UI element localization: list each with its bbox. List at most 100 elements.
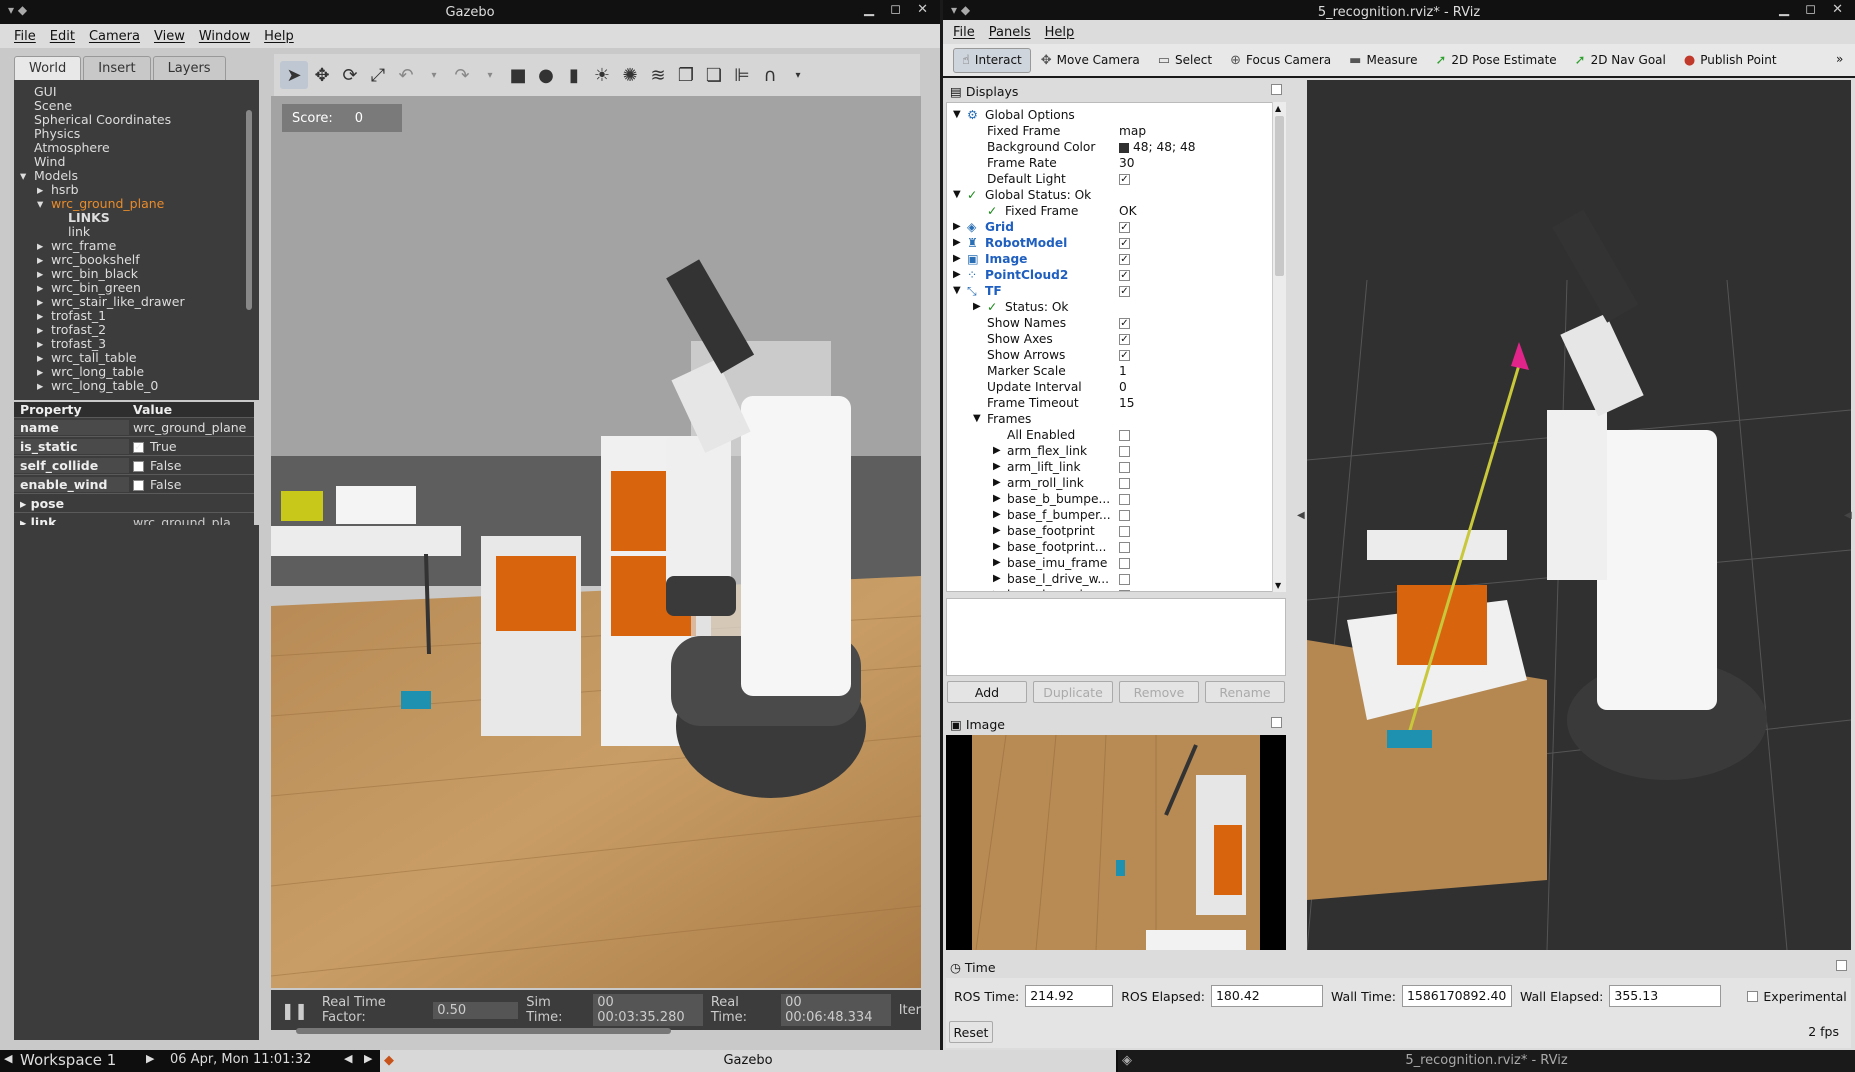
display-value[interactable] — [1119, 491, 1130, 507]
display-row[interactable]: ▶ ✓ Status: Ok — [947, 299, 1285, 315]
collapsed-arrow-icon[interactable]: ▶ — [953, 235, 961, 251]
ros-elapsed-field[interactable]: 180.42 — [1210, 985, 1323, 1007]
expanded-arrow-icon[interactable]: ▾ — [37, 197, 51, 211]
display-row[interactable]: ▶ arm_lift_link — [947, 459, 1285, 475]
rviz-menu-help[interactable]: Help — [1045, 25, 1075, 40]
collapsed-arrow-icon[interactable]: ▸ — [37, 323, 51, 337]
tool-select[interactable]: ▭ Select — [1150, 49, 1220, 72]
display-row[interactable]: Show Names ✓ — [947, 315, 1285, 331]
workspace-label[interactable]: Workspace 1 — [20, 1051, 116, 1069]
display-value[interactable] — [1119, 571, 1130, 587]
remove-button[interactable]: Remove — [1119, 681, 1199, 703]
duplicate-button[interactable]: Duplicate — [1033, 681, 1113, 703]
collapsed-arrow-icon[interactable]: ▸ — [37, 379, 51, 393]
snap-icon[interactable]: ∩ — [756, 61, 784, 89]
tree-item[interactable]: ▸ wrc_tall_table — [20, 351, 259, 365]
select-mode-icon[interactable]: ➤ — [280, 61, 308, 89]
gazebo-3d-viewport[interactable] — [271, 96, 921, 988]
undo-history-icon[interactable]: ▾ — [420, 61, 448, 89]
collapsed-arrow-icon[interactable]: ▶ — [993, 555, 1001, 571]
expanded-arrow-icon[interactable]: ▼ — [953, 187, 961, 203]
display-row[interactable]: ▶ base_f_bumper... — [947, 507, 1285, 523]
collapsed-arrow-icon[interactable]: ▸ — [37, 351, 51, 365]
rviz-window-menu-icon[interactable]: ▾ ◆ — [951, 3, 970, 17]
property-row[interactable]: self_collide False — [14, 456, 254, 475]
experimental-checkbox[interactable] — [1747, 990, 1759, 1002]
display-value[interactable] — [1119, 555, 1130, 571]
display-row[interactable]: Update Interval 0 — [947, 379, 1285, 395]
display-value[interactable]: ✓ — [1119, 267, 1130, 283]
sphere-icon[interactable]: ● — [532, 61, 560, 89]
tree-item[interactable]: ▸ wrc_bookshelf — [20, 253, 259, 267]
tree-item[interactable]: Spherical Coordinates — [20, 113, 259, 127]
display-row[interactable]: ▼ ⤡ TF ✓ — [947, 283, 1285, 299]
tree-item[interactable]: ▾ Models — [20, 169, 259, 183]
display-checkbox[interactable]: ✓ — [1119, 254, 1130, 265]
copy-icon[interactable]: ❐ — [672, 61, 700, 89]
display-row[interactable]: ▼ Frames — [947, 411, 1285, 427]
display-value[interactable]: ✓ — [1119, 171, 1130, 187]
collapsed-arrow-icon[interactable]: ▸ — [37, 365, 51, 379]
tree-item[interactable]: ▸ wrc_stair_like_drawer — [20, 295, 259, 309]
display-value[interactable]: 15 — [1119, 395, 1135, 411]
redo-history-icon[interactable]: ▾ — [476, 61, 504, 89]
display-checkbox[interactable]: ✓ — [1119, 270, 1130, 281]
display-value[interactable]: ✓ — [1119, 315, 1130, 331]
display-row[interactable]: Fixed Frame map — [947, 123, 1285, 139]
redo-icon[interactable]: ↷ — [448, 61, 476, 89]
toolbar-overflow-icon[interactable]: » — [1836, 52, 1843, 66]
display-row[interactable]: Frame Timeout 15 — [947, 395, 1285, 411]
window-prev-icon[interactable]: ◀ — [344, 1052, 352, 1065]
display-checkbox[interactable] — [1119, 542, 1130, 553]
display-value[interactable]: ✓ — [1119, 235, 1130, 251]
wall-time-field[interactable]: 1586170892.40 — [1401, 985, 1512, 1007]
tool-2d-pose-estimate[interactable]: ➚ 2D Pose Estimate — [1427, 49, 1564, 72]
display-value[interactable] — [1119, 587, 1130, 591]
display-row[interactable]: Background Color 48; 48; 48 — [947, 139, 1285, 155]
collapsed-arrow-icon[interactable]: ▸ — [37, 281, 51, 295]
collapsed-arrow-icon[interactable]: ▸ — [37, 295, 51, 309]
display-checkbox[interactable] — [1119, 526, 1130, 537]
menu-file[interactable]: File — [14, 29, 36, 44]
tree-item[interactable]: Physics — [20, 127, 259, 141]
tree-item[interactable]: ▸ wrc_long_table — [20, 365, 259, 379]
display-value[interactable] — [1119, 507, 1130, 523]
tree-item[interactable]: ▸ trofast_3 — [20, 337, 259, 351]
translate-icon[interactable]: ✥ — [308, 61, 336, 89]
display-row[interactable]: ▶ base_footprint... — [947, 539, 1285, 555]
align-icon[interactable]: ⊫ — [728, 61, 756, 89]
display-value[interactable]: OK — [1119, 203, 1137, 219]
display-row[interactable]: Marker Scale 1 — [947, 363, 1285, 379]
expanded-arrow-icon[interactable]: ▼ — [953, 107, 961, 123]
collapsed-arrow-icon[interactable]: ▶ — [993, 459, 1001, 475]
more-tools-icon[interactable]: ▾ — [784, 61, 812, 89]
display-row[interactable]: ▶ base_b_bumpe... — [947, 491, 1285, 507]
property-value[interactable]: False — [129, 477, 254, 492]
collapsed-arrow-icon[interactable]: ▸ — [37, 239, 51, 253]
display-value[interactable]: ✓ — [1119, 331, 1130, 347]
rviz-3d-view[interactable] — [1307, 80, 1851, 950]
scale-icon[interactable]: ⤢ — [364, 61, 392, 89]
tree-item[interactable]: ▸ wrc_frame — [20, 239, 259, 253]
display-checkbox[interactable]: ✓ — [1119, 318, 1130, 329]
time-undock-button[interactable] — [1836, 960, 1847, 971]
menu-view[interactable]: View — [154, 29, 185, 44]
display-row[interactable]: ▶ ◈ Grid ✓ — [947, 219, 1285, 235]
menu-camera[interactable]: Camera — [89, 29, 140, 44]
collapsed-arrow-icon[interactable]: ▶ — [993, 507, 1001, 523]
display-value[interactable]: map — [1119, 123, 1146, 139]
display-row[interactable]: Frame Rate 30 — [947, 155, 1285, 171]
property-row[interactable]: name wrc_ground_plane — [14, 418, 254, 437]
point-light-icon[interactable]: ☀ — [588, 61, 616, 89]
display-row[interactable]: ▶ base_footprint — [947, 523, 1285, 539]
tree-item[interactable]: Scene — [20, 99, 259, 113]
statusbar-scrollbar[interactable] — [296, 1028, 671, 1034]
property-row[interactable]: is_static ✓ True — [14, 437, 254, 456]
display-row[interactable]: ▶ base_imu_frame — [947, 555, 1285, 571]
tree-item[interactable]: ▸ trofast_2 — [20, 323, 259, 337]
displays-scrollbar[interactable]: ▲ ▼ — [1272, 102, 1286, 592]
paste-icon[interactable]: ❏ — [700, 61, 728, 89]
rviz-menu-panels[interactable]: Panels — [989, 25, 1031, 40]
collapsed-arrow-icon[interactable]: ▶ — [993, 491, 1001, 507]
display-row[interactable]: ▼ ⚙ Global Options — [947, 107, 1285, 123]
